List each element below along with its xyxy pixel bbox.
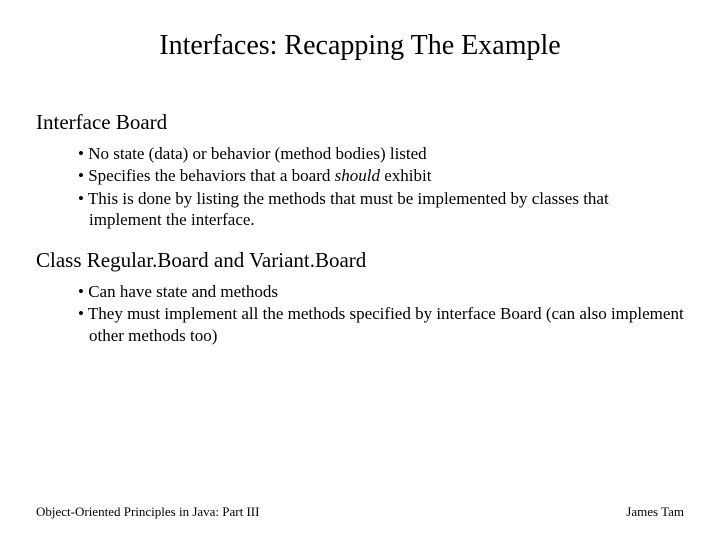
list-item: • No state (data) or behavior (method bo… xyxy=(78,143,684,164)
section-heading: Class Regular.Board and Variant.Board xyxy=(36,248,684,273)
section-heading: Interface Board xyxy=(36,110,684,135)
bullet-icon: • xyxy=(78,166,88,185)
bullet-text: They must implement all the methods spec… xyxy=(88,304,684,344)
list-item: • They must implement all the methods sp… xyxy=(78,303,684,346)
list-item: • This is done by listing the methods th… xyxy=(78,188,684,231)
slide-title: Interfaces: Recapping The Example xyxy=(36,30,684,62)
bullet-text: Can have state and methods xyxy=(88,282,278,301)
bullet-icon: • xyxy=(78,144,88,163)
list-item: • Can have state and methods xyxy=(78,281,684,302)
bullet-list: • No state (data) or behavior (method bo… xyxy=(78,143,684,230)
footer-right: James Tam xyxy=(626,504,684,520)
bullet-text: This is done by listing the methods that… xyxy=(88,189,609,229)
list-item: • Specifies the behaviors that a board s… xyxy=(78,165,684,186)
bullet-post: exhibit xyxy=(380,166,431,185)
slide-footer: Object-Oriented Principles in Java: Part… xyxy=(36,504,684,520)
bullet-text: Specifies the behaviors that a board xyxy=(88,166,334,185)
bullet-em: should xyxy=(335,166,380,185)
section-1: Interface Board • No state (data) or beh… xyxy=(36,110,684,230)
bullet-icon: • xyxy=(78,189,88,208)
bullet-icon: • xyxy=(78,304,88,323)
section-2: Class Regular.Board and Variant.Board • … xyxy=(36,248,684,346)
bullet-list: • Can have state and methods • They must… xyxy=(78,281,684,346)
bullet-text: No state (data) or behavior (method bodi… xyxy=(88,144,426,163)
footer-left: Object-Oriented Principles in Java: Part… xyxy=(36,504,259,520)
bullet-icon: • xyxy=(78,282,88,301)
